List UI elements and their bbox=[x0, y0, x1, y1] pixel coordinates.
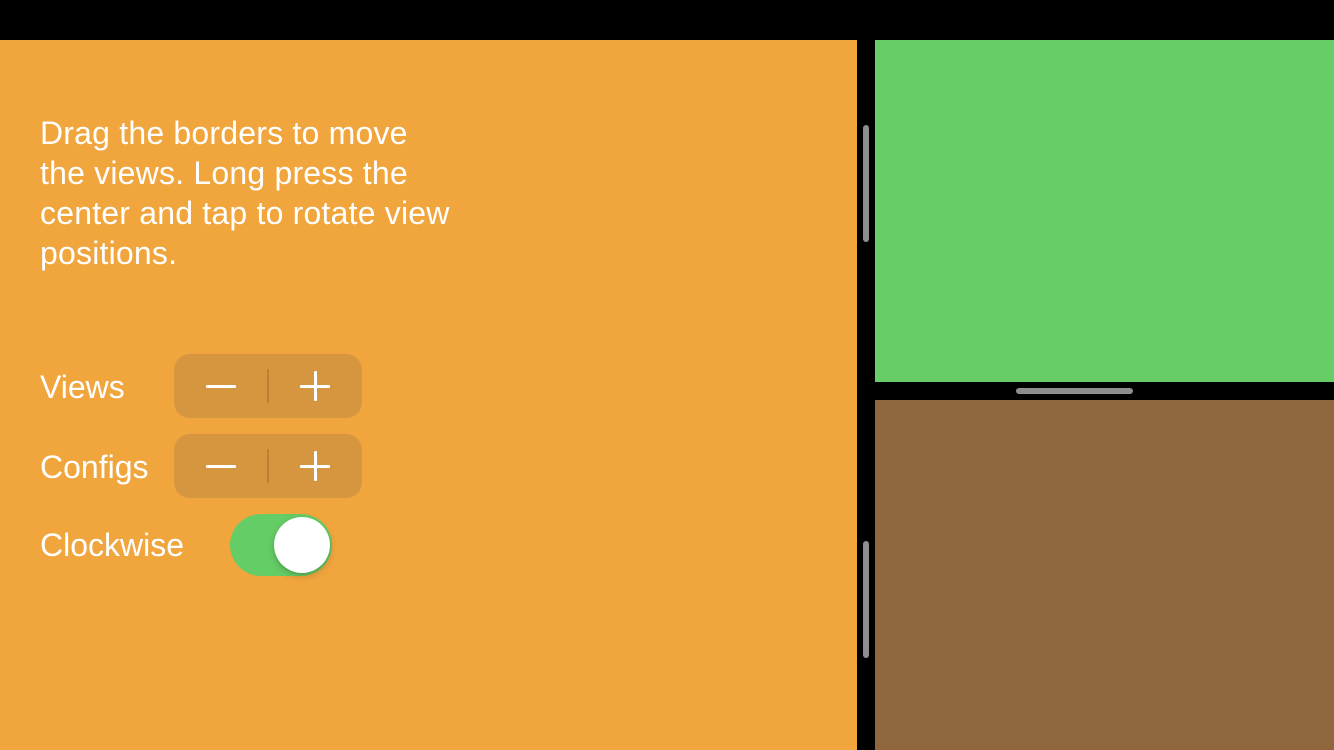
configs-stepper bbox=[174, 434, 362, 498]
configs-label: Configs bbox=[40, 449, 149, 485]
views-stepper bbox=[174, 354, 362, 418]
vertical-divider-handle-bottom[interactable] bbox=[863, 541, 869, 658]
minus-icon bbox=[206, 385, 236, 388]
instructions-text: Drag the borders to move the views. Long… bbox=[40, 115, 450, 271]
clockwise-toggle[interactable] bbox=[230, 514, 332, 576]
top-right-pane bbox=[875, 40, 1334, 382]
top-black-bar bbox=[0, 0, 1334, 40]
views-label: Views bbox=[40, 369, 125, 405]
stepper-separator bbox=[267, 449, 269, 483]
minus-icon bbox=[206, 465, 236, 468]
toggle-knob bbox=[274, 517, 330, 573]
plus-icon-vertical bbox=[313, 371, 317, 401]
stepper-separator bbox=[267, 369, 269, 403]
vertical-divider-handle-top[interactable] bbox=[863, 125, 869, 242]
horizontal-divider-handle[interactable] bbox=[1016, 388, 1133, 394]
plus-icon-vertical bbox=[313, 451, 317, 481]
clockwise-label: Clockwise bbox=[40, 527, 185, 563]
bottom-right-pane bbox=[875, 400, 1334, 750]
split-view-screen: Drag the borders to move the views. Long… bbox=[0, 0, 1334, 750]
